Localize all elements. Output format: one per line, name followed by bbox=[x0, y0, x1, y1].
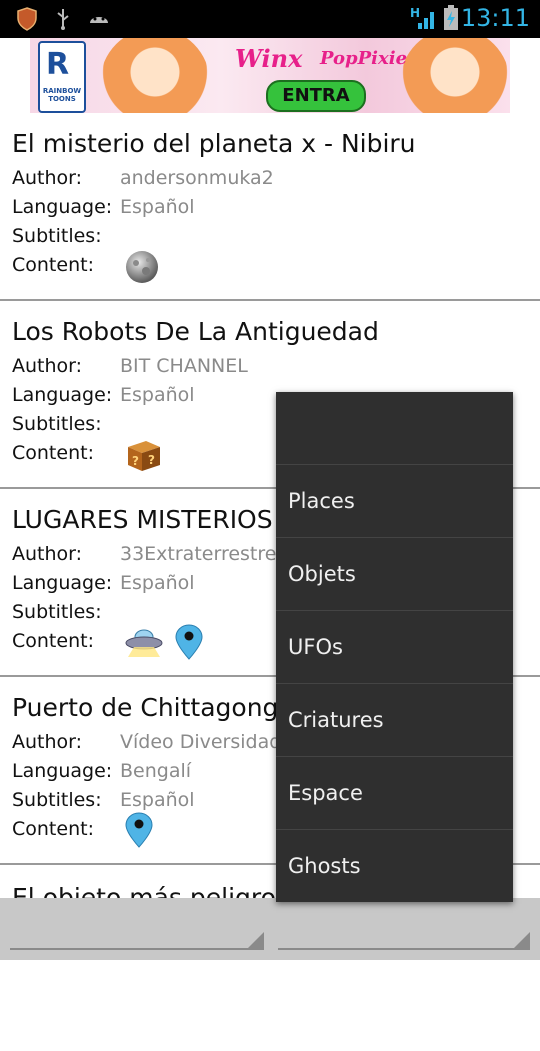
svg-text:H: H bbox=[410, 6, 420, 20]
dropdown-arrow-icon bbox=[514, 932, 530, 948]
content-icons bbox=[124, 811, 154, 853]
android-debug-icon bbox=[88, 7, 110, 31]
author-value: Vídeo Diversidad bbox=[120, 731, 282, 753]
author-value: 33Extraterrestres bbox=[120, 543, 287, 565]
language-value: Español bbox=[120, 384, 195, 406]
author-label: Author: bbox=[12, 167, 83, 189]
item-title: Los Robots De La Antiguedad bbox=[12, 317, 379, 346]
shield-icon bbox=[16, 7, 38, 35]
subtitles-value: Español bbox=[120, 789, 195, 811]
content-icons: ?? bbox=[124, 437, 162, 477]
brand-logo: Winx bbox=[235, 44, 303, 73]
usb-icon bbox=[55, 7, 71, 35]
menu-item-espace[interactable]: Espace bbox=[276, 757, 513, 830]
filter-bar bbox=[0, 898, 540, 960]
moon-icon bbox=[124, 249, 160, 289]
filter-spinner[interactable] bbox=[278, 912, 530, 950]
svg-text:?: ? bbox=[132, 454, 139, 468]
language-value: Bengalí bbox=[120, 760, 192, 782]
dropdown-arrow-icon bbox=[248, 932, 264, 948]
language-label: Language: bbox=[12, 384, 113, 406]
rainbow-logo: R RAINBOW TOONS bbox=[38, 41, 86, 113]
menu-item-places[interactable]: Places bbox=[276, 465, 513, 538]
character-illustration bbox=[100, 38, 210, 113]
category-dropdown-menu: Places Objets UFOs Criatures Espace Ghos… bbox=[276, 392, 513, 902]
subbrand-logo: PopPixie bbox=[320, 48, 408, 69]
menu-item-objets[interactable]: Objets bbox=[276, 538, 513, 611]
map-pin-icon bbox=[174, 623, 204, 665]
mystery-box-icon: ?? bbox=[124, 437, 162, 477]
menu-item-ufos[interactable]: UFOs bbox=[276, 611, 513, 684]
clock: 13:11 bbox=[460, 4, 530, 32]
author-label: Author: bbox=[12, 355, 83, 377]
svg-text:?: ? bbox=[148, 453, 155, 467]
language-label: Language: bbox=[12, 572, 113, 594]
map-pin-icon bbox=[124, 811, 154, 853]
item-title: El misterio del planeta x - Nibiru bbox=[12, 129, 416, 158]
content-icons bbox=[124, 623, 204, 665]
author-value: andersonmuka2 bbox=[120, 167, 274, 189]
language-label: Language: bbox=[12, 760, 113, 782]
content-label: Content: bbox=[12, 442, 94, 464]
content-label: Content: bbox=[12, 818, 94, 840]
content-icons bbox=[124, 249, 160, 289]
item-title: Puerto de Chittagong bbox=[12, 693, 279, 722]
menu-item-ghosts[interactable]: Ghosts bbox=[276, 830, 513, 902]
author-label: Author: bbox=[12, 543, 83, 565]
battery-charging-icon bbox=[443, 5, 459, 35]
author-label: Author: bbox=[12, 731, 83, 753]
subtitles-label: Subtitles: bbox=[12, 225, 102, 247]
filter-spinner[interactable] bbox=[10, 912, 264, 950]
menu-item-empty[interactable] bbox=[276, 392, 513, 465]
subtitles-label: Subtitles: bbox=[12, 601, 102, 623]
content-label: Content: bbox=[12, 630, 94, 652]
language-label: Language: bbox=[12, 196, 113, 218]
signal-icon: H bbox=[410, 5, 438, 35]
status-bar: H 13:11 bbox=[0, 0, 540, 38]
language-value: Español bbox=[120, 196, 195, 218]
content-label: Content: bbox=[12, 254, 94, 276]
subtitles-label: Subtitles: bbox=[12, 413, 102, 435]
ad-banner[interactable]: R RAINBOW TOONS Winx PopPixie ENTRA bbox=[30, 38, 510, 113]
author-value: BIT CHANNEL bbox=[120, 355, 248, 377]
language-value: Español bbox=[120, 572, 195, 594]
ufo-icon bbox=[124, 623, 164, 665]
item-title: LUGARES MISTERIOS bbox=[12, 505, 273, 534]
menu-item-criatures[interactable]: Criatures bbox=[276, 684, 513, 757]
character-illustration bbox=[400, 38, 510, 113]
subtitles-label: Subtitles: bbox=[12, 789, 102, 811]
enter-button[interactable]: ENTRA bbox=[266, 80, 366, 112]
list-item[interactable]: El misterio del planeta x - Nibiru Autho… bbox=[0, 113, 540, 301]
